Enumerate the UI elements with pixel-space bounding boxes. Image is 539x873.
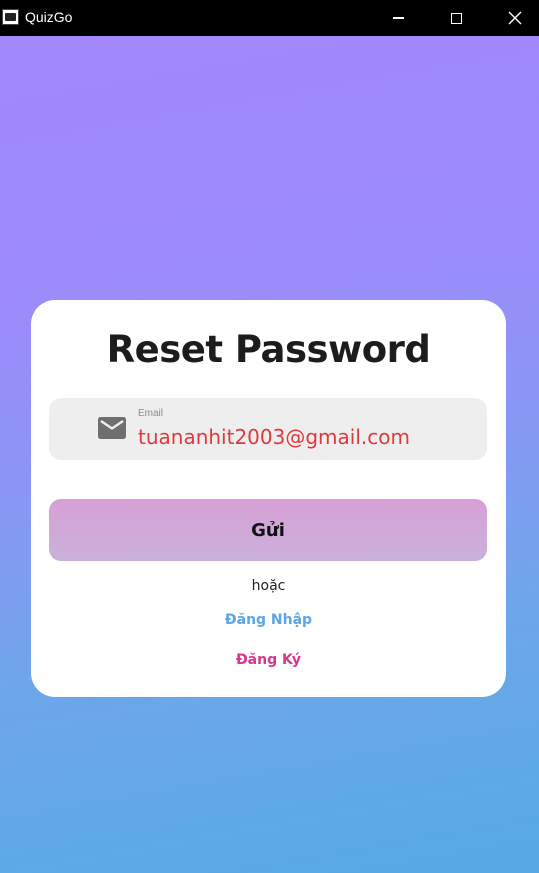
window-title: QuizGo [25, 9, 73, 25]
maximize-button[interactable] [428, 0, 484, 36]
email-input[interactable]: tuananhit2003@gmail.com [138, 425, 410, 449]
mail-icon [98, 417, 126, 439]
gradient-background: Reset Password Email tuananhit2003@gmail… [0, 36, 539, 873]
close-button[interactable] [487, 0, 539, 36]
window-titlebar[interactable]: QuizGo [0, 0, 539, 36]
email-label: Email [138, 408, 164, 419]
minimize-icon [392, 17, 404, 19]
minimize-button[interactable] [370, 0, 426, 36]
email-field[interactable]: Email tuananhit2003@gmail.com [49, 398, 487, 460]
maximize-icon [450, 12, 462, 24]
page-title: Reset Password [106, 328, 431, 371]
separator-text: hoặc [251, 578, 286, 594]
submit-button[interactable]: Gửi [49, 499, 487, 561]
close-icon [508, 11, 522, 25]
register-link[interactable]: Đăng Ký [31, 652, 506, 668]
reset-password-card: Reset Password Email tuananhit2003@gmail… [31, 300, 506, 697]
login-link[interactable]: Đăng Nhập [31, 612, 506, 628]
book-app-icon [2, 9, 19, 25]
